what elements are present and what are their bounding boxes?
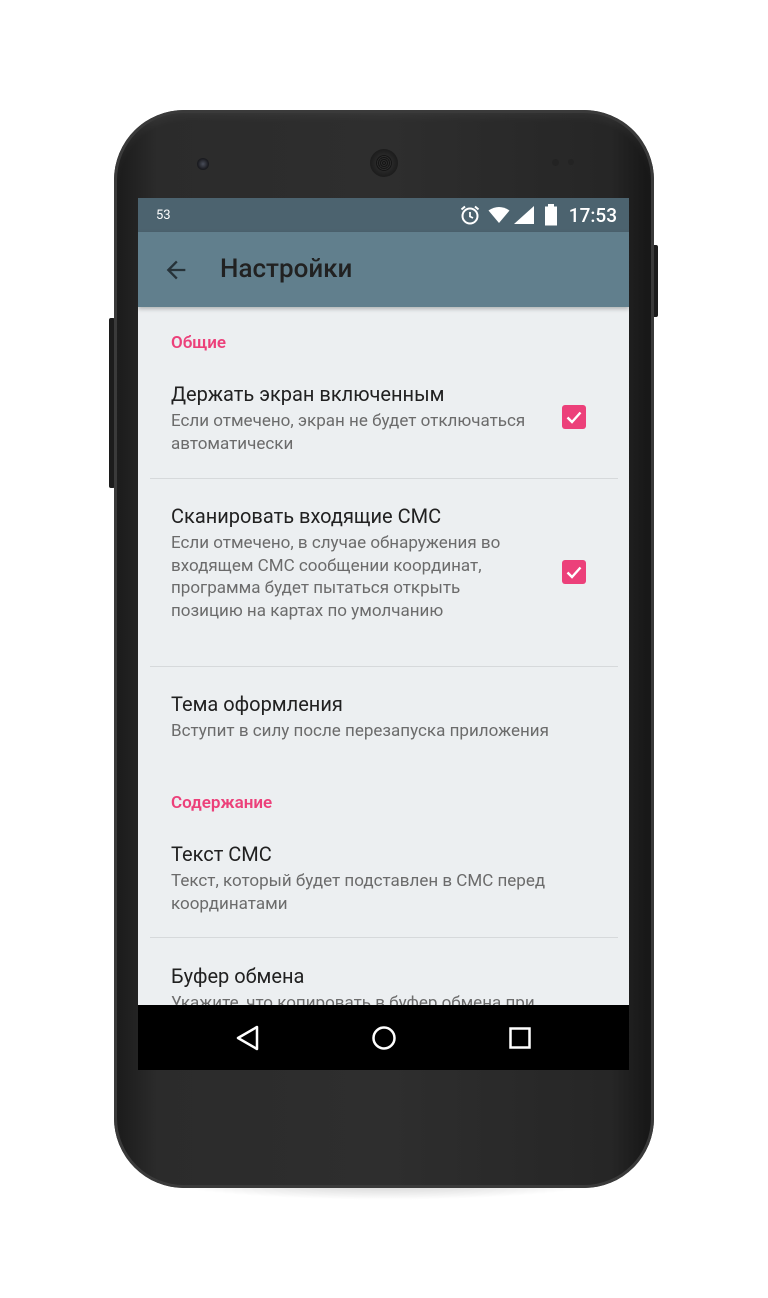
pref-summary: Если отмечено, в случае обнаружения во в… — [171, 533, 501, 621]
screen: 53 17:53 Настройки Общие Держать экран в… — [138, 198, 629, 1070]
pref-theme[interactable]: Тема оформления Вступит в силу после пер… — [138, 687, 629, 757]
pref-title: Буфер обмена — [171, 964, 305, 988]
page-title: Настройки — [220, 254, 353, 284]
divider — [150, 937, 618, 938]
pref-title: Текст СМС — [171, 842, 272, 866]
battery-icon — [545, 204, 557, 226]
pref-title: Сканировать входящие СМС — [171, 504, 442, 528]
front-camera — [197, 158, 209, 170]
pref-keep-screen-on[interactable]: Держать экран включенным Если отмечено, … — [138, 377, 629, 477]
app-bar: Настройки — [138, 232, 629, 307]
pref-summary: Текст, который будет подставлен в СМС пе… — [171, 871, 546, 914]
scan-sms-checkbox[interactable] — [562, 560, 586, 584]
home-circle-icon[interactable] — [369, 1023, 399, 1053]
pref-summary: Если отмечено, экран не будет отключатьс… — [171, 411, 526, 454]
divider — [150, 478, 618, 479]
notification-count: 53 — [156, 208, 171, 223]
check-icon — [566, 566, 582, 579]
light-sensor — [568, 159, 574, 165]
settings-list: Общие Держать экран включенным Если отме… — [138, 307, 629, 1005]
pref-summary: Вступит в силу после перезапуска приложе… — [171, 721, 549, 741]
pref-summary: Укажите, что копировать в буфер обмена п… — [171, 993, 535, 1005]
category-general: Общие — [171, 333, 227, 353]
navigation-bar — [138, 1005, 629, 1070]
back-triangle-icon[interactable] — [233, 1023, 263, 1053]
pref-title: Тема оформления — [171, 692, 343, 716]
check-icon — [566, 411, 582, 424]
category-content: Содержание — [171, 793, 273, 813]
pref-clipboard[interactable]: Буфер обмена Укажите, что копировать в б… — [138, 959, 629, 1005]
pref-title: Держать экран включенным — [171, 382, 445, 406]
proximity-sensor — [552, 159, 559, 166]
pref-scan-sms[interactable]: Сканировать входящие СМС Если отмечено, … — [138, 499, 629, 665]
keep-screen-checkbox[interactable] — [562, 405, 586, 429]
wifi-icon — [488, 207, 510, 223]
recents-square-icon[interactable] — [505, 1023, 535, 1053]
divider — [150, 666, 618, 667]
arrow-back-icon[interactable] — [162, 256, 190, 284]
status-bar: 53 17:53 — [138, 198, 629, 232]
signal-icon — [514, 206, 534, 224]
earpiece-speaker — [370, 149, 398, 177]
alarm-icon — [460, 205, 480, 225]
pref-sms-text[interactable]: Текст СМС Текст, который будет подставле… — [138, 837, 629, 937]
status-time: 17:53 — [568, 204, 617, 227]
